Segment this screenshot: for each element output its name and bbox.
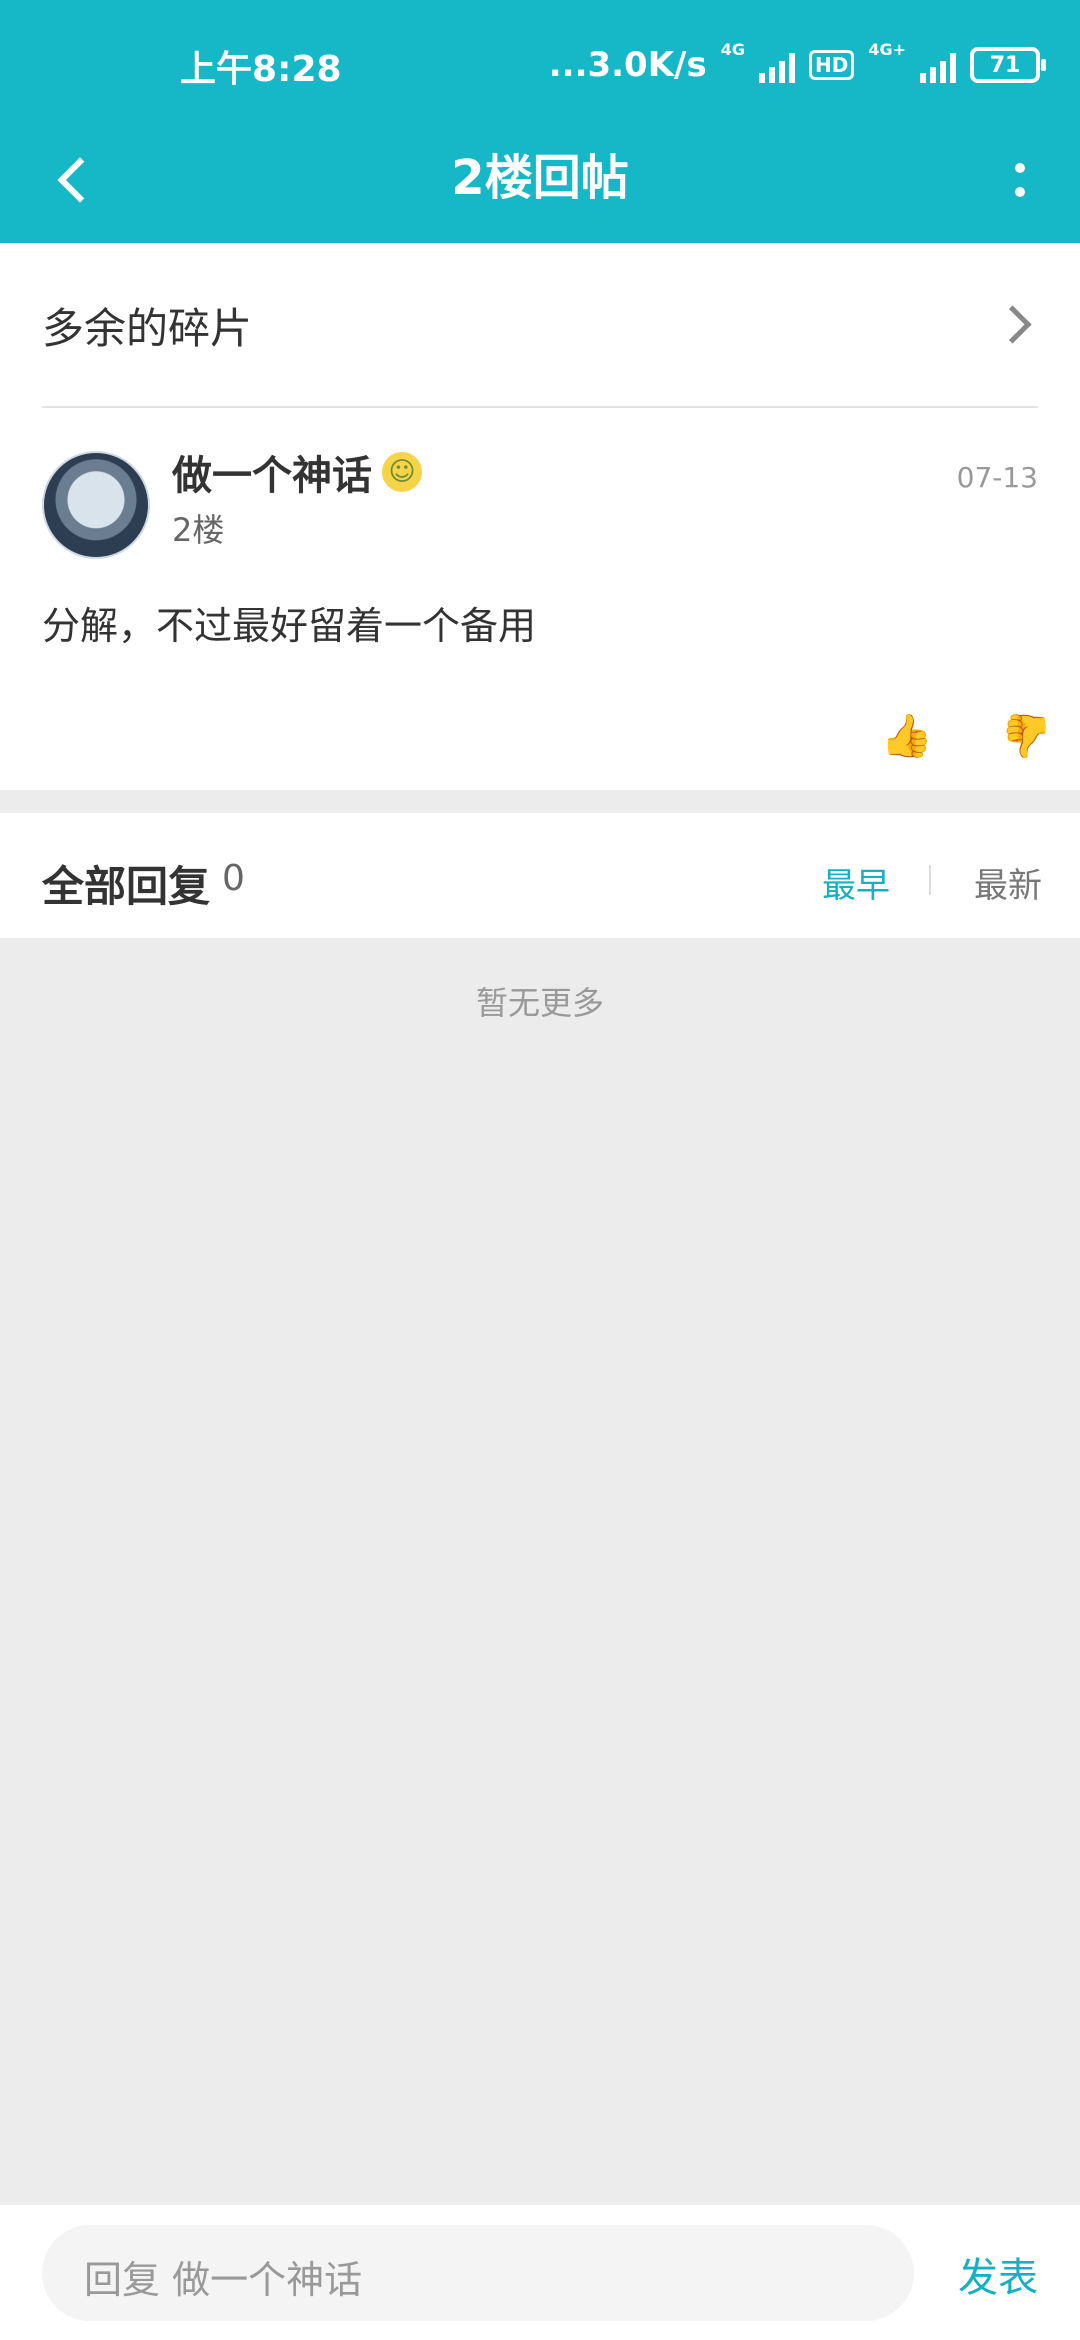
top-bar: 上午8:28 ...3.0K/s 4G HD 4G+ 71 2楼回帖 bbox=[0, 0, 1080, 243]
author-name-text: 做一个神话 bbox=[172, 453, 372, 499]
sort-divider bbox=[929, 865, 931, 895]
page-title: 2楼回帖 bbox=[451, 150, 629, 206]
network-speed: ...3.0K/s bbox=[548, 45, 707, 85]
send-button[interactable]: 发表 bbox=[958, 2245, 1038, 2303]
more-dot-icon bbox=[1015, 163, 1025, 173]
status-icons: ...3.0K/s 4G HD 4G+ 71 bbox=[548, 40, 1046, 90]
hd-badge: HD bbox=[808, 50, 855, 80]
network-type-label: 4G bbox=[720, 40, 745, 59]
source-thread-link[interactable]: 多余的碎片 bbox=[42, 243, 1038, 408]
thumb-up-icon[interactable]: 👍 bbox=[881, 711, 933, 760]
user-badge-icon: ☺ bbox=[382, 452, 422, 492]
replies-header: 全部回复 0 最早 最新 bbox=[0, 813, 1080, 938]
floor-number: 2楼 bbox=[172, 511, 225, 549]
network-type-label-2: 4G+ bbox=[868, 40, 906, 59]
navigation-bar: 2楼回帖 bbox=[0, 130, 1080, 243]
author-name[interactable]: 做一个神话 ☺ bbox=[172, 443, 422, 501]
thumb-down-icon[interactable]: 👍 bbox=[1001, 712, 1053, 761]
more-dot-icon bbox=[1015, 187, 1025, 197]
sort-latest-tab[interactable]: 最新 bbox=[974, 858, 1042, 907]
source-thread-title: 多余的碎片 bbox=[42, 304, 253, 353]
post-card: 多余的碎片 做一个神话 ☺ 2楼 07-13 分解，不过最好留着一个备用 👍 👍 bbox=[0, 243, 1080, 790]
chevron-right-icon bbox=[993, 305, 1032, 344]
empty-state-text: 暂无更多 bbox=[475, 984, 604, 1022]
post-date: 07-13 bbox=[956, 461, 1038, 494]
battery-icon: 71 bbox=[970, 47, 1046, 83]
sort-earliest-tab[interactable]: 最早 bbox=[822, 858, 890, 907]
status-time: 上午8:28 bbox=[180, 49, 342, 90]
author-avatar[interactable] bbox=[42, 451, 150, 559]
status-bar: 上午8:28 ...3.0K/s 4G HD 4G+ 71 bbox=[0, 0, 1080, 130]
replies-title: 全部回复 bbox=[42, 862, 211, 911]
signal-icon bbox=[758, 47, 795, 83]
post-content: 分解，不过最好留着一个备用 bbox=[42, 604, 537, 648]
replies-count: 0 bbox=[222, 858, 245, 899]
signal-icon-2 bbox=[920, 47, 956, 83]
reply-placeholder: 回复 做一个神话 bbox=[84, 2258, 363, 2302]
battery-level: 71 bbox=[989, 52, 1021, 78]
reply-input[interactable]: 回复 做一个神话 bbox=[42, 2225, 914, 2321]
bottom-reply-bar: 回复 做一个神话 发表 bbox=[0, 2205, 1080, 2340]
more-options-button[interactable] bbox=[990, 140, 1050, 220]
